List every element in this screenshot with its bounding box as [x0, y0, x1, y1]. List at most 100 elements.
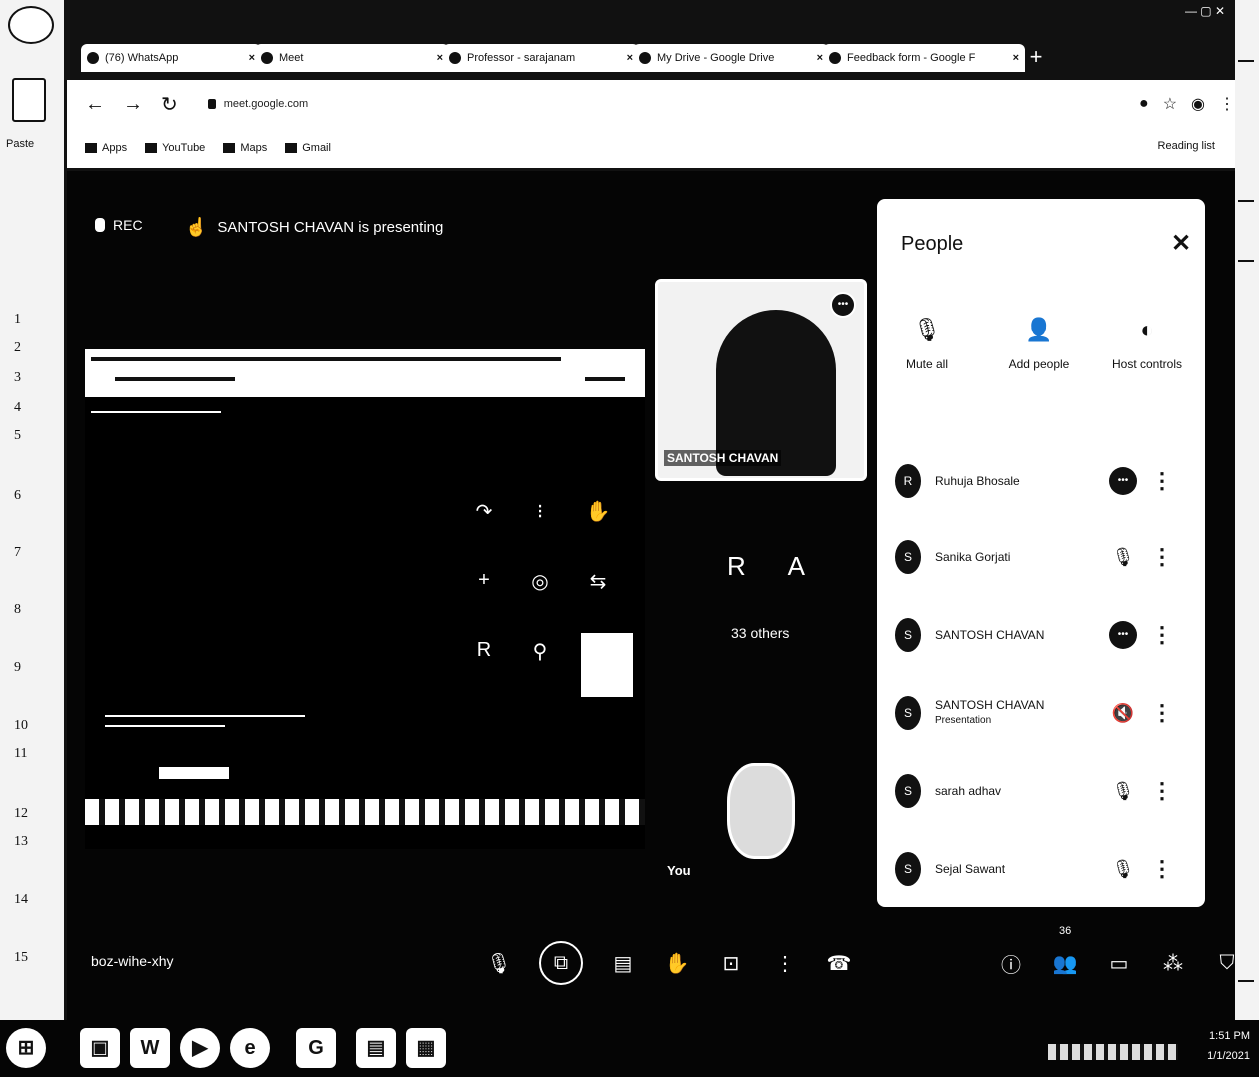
- word-taskbar-icon[interactable]: W: [130, 1028, 170, 1068]
- close-tab-icon[interactable]: ×: [1013, 52, 1019, 64]
- meeting-details-icon[interactable]: ⓘ: [997, 949, 1025, 978]
- address-bar[interactable]: meet.google.com: [198, 90, 1125, 118]
- window-controls[interactable]: — ▢ ✕: [1185, 4, 1225, 18]
- reading-list-button[interactable]: Reading list: [1158, 140, 1215, 152]
- microphone-icon[interactable]: 🎙: [485, 951, 513, 976]
- captions-icon[interactable]: ▤: [609, 951, 637, 976]
- activities-icon[interactable]: ⁂: [1159, 951, 1187, 976]
- page-icon: [449, 52, 461, 64]
- participant-row[interactable]: S Sejal Sawant 🎙 ⋮: [895, 843, 1195, 895]
- participant-row[interactable]: S SANTOSH CHAVAN Presentation 🔇 ⋮: [895, 687, 1195, 739]
- word-app-icon[interactable]: [8, 6, 54, 44]
- line-number: 15: [14, 950, 28, 965]
- leave-call-icon[interactable]: ☎: [825, 951, 853, 976]
- recording-indicator: REC: [95, 217, 143, 233]
- media-player-icon[interactable]: ▶: [180, 1028, 220, 1068]
- raise-hand-icon[interactable]: ✋: [663, 951, 691, 976]
- line-number: 12: [14, 806, 28, 821]
- url-text: meet.google.com: [223, 98, 309, 110]
- lock-icon: [207, 99, 216, 109]
- rail-mark: [1238, 60, 1254, 62]
- rec-label: REC: [113, 217, 143, 233]
- tab-professor[interactable]: Professor - sarajanam ×: [443, 44, 639, 72]
- people-icon[interactable]: 👥: [1051, 951, 1079, 976]
- side-controls: ⓘ 👥 ▭ ⁂ ⛉: [997, 941, 1241, 985]
- profile-icon[interactable]: ◉: [1191, 94, 1205, 114]
- new-tab-button[interactable]: +: [1023, 44, 1049, 70]
- paste-icon[interactable]: [12, 78, 46, 122]
- others-initials: R A: [727, 551, 823, 581]
- close-icon[interactable]: ✕: [1171, 229, 1191, 258]
- avatar: S: [895, 774, 921, 808]
- tab-meet[interactable]: Meet ×: [255, 44, 449, 72]
- tab-drive[interactable]: My Drive - Google Drive ×: [633, 44, 829, 72]
- photos-icon[interactable]: ▦: [406, 1028, 446, 1068]
- present-now-icon[interactable]: ⊡: [717, 951, 745, 976]
- chrome-icon[interactable]: G: [296, 1028, 336, 1068]
- line-number: 3: [14, 370, 21, 385]
- line-number: 10: [14, 718, 28, 733]
- host-controls-icon[interactable]: ⛉: [1213, 952, 1241, 975]
- more-options-icon[interactable]: ⋮: [1151, 856, 1173, 882]
- meet-icon: [261, 52, 273, 64]
- file-explorer-icon[interactable]: ▣: [80, 1028, 120, 1068]
- bookmark-apps[interactable]: Apps: [85, 142, 127, 154]
- forms-icon: [829, 52, 841, 64]
- back-icon[interactable]: ←: [85, 93, 105, 116]
- notes-icon[interactable]: ▤: [356, 1028, 396, 1068]
- add-people-button[interactable]: 👤 Add people: [989, 317, 1089, 371]
- participant-row[interactable]: R Ruhuja Bhosale ••• ⋮: [895, 455, 1195, 507]
- avatar: R: [895, 464, 921, 498]
- avatar: S: [895, 618, 921, 652]
- mute-all-button[interactable]: 🎙 Mute all: [877, 317, 977, 371]
- address-row: ← → ↻ meet.google.com ● ☆ ◉ ⋮: [67, 80, 1235, 128]
- shared-browser-chrome: [85, 349, 645, 397]
- tab-whatsapp[interactable]: (76) WhatsApp ×: [81, 44, 261, 72]
- host-controls-button[interactable]: ◐ Host controls: [1097, 317, 1197, 371]
- participant-row[interactable]: S Sanika Gorjati 🎙 ⋮: [895, 531, 1195, 583]
- bookmark-maps[interactable]: Maps: [223, 142, 267, 154]
- more-options-icon[interactable]: ⋮: [1151, 700, 1173, 726]
- more-options-icon[interactable]: ⋮: [1151, 468, 1173, 494]
- paste-label: Paste: [6, 138, 35, 150]
- self-label: You: [667, 863, 691, 878]
- participant-row[interactable]: S SANTOSH CHAVAN ••• ⋮: [895, 609, 1195, 661]
- bookmark-gmail[interactable]: Gmail: [285, 142, 331, 154]
- tab-feedback-form[interactable]: Feedback form - Google F ×: [823, 44, 1025, 72]
- shared-taskbar: [85, 799, 645, 825]
- presenter-hand-icon: ☝: [185, 217, 208, 237]
- more-options-icon[interactable]: ⋮: [1151, 622, 1173, 648]
- bookmark-label: Maps: [240, 142, 268, 154]
- more-options-icon[interactable]: ⋮: [771, 951, 799, 976]
- more-options-icon[interactable]: ⋮: [1151, 544, 1173, 570]
- more-options-icon[interactable]: •••: [830, 292, 856, 318]
- line-number: 14: [14, 892, 28, 907]
- chat-icon[interactable]: ▭: [1105, 951, 1133, 976]
- add-person-icon: 👤: [1025, 317, 1053, 342]
- edge-icon[interactable]: e: [230, 1028, 270, 1068]
- bookmark-star-icon[interactable]: ☆: [1163, 94, 1177, 114]
- record-icon[interactable]: ●: [1139, 95, 1149, 113]
- tab-title: (76) WhatsApp: [105, 52, 179, 64]
- reload-icon[interactable]: ↻: [161, 92, 178, 117]
- windows-taskbar: ⊞ ▣ W ▶ e G ▤ ▦ 1:51 PM 1/1/2021: [0, 1020, 1259, 1077]
- shared-bookmarks: [91, 411, 221, 413]
- tab-title: Feedback form - Google F: [847, 52, 976, 64]
- forward-icon[interactable]: →: [123, 93, 143, 116]
- bookmark-youtube[interactable]: YouTube: [145, 142, 205, 154]
- more-options-icon[interactable]: ⋮: [1151, 778, 1173, 804]
- clock-date: 1/1/2021: [1207, 1050, 1250, 1062]
- participant-row[interactable]: S sarah adhav 🎙 ⋮: [895, 765, 1195, 817]
- start-icon[interactable]: ⊞: [6, 1028, 46, 1068]
- mic-off-icon: 🎙: [1111, 547, 1135, 567]
- browser-menu-icon[interactable]: ⋮: [1219, 94, 1235, 114]
- line-number: 9: [14, 660, 21, 675]
- taskbar-clock[interactable]: 1:51 PM 1/1/2021: [1190, 1026, 1250, 1066]
- presenter-video-tile[interactable]: ••• SANTOSH CHAVAN: [655, 279, 867, 481]
- word-right-rail: [1232, 0, 1259, 1020]
- system-tray[interactable]: [1048, 1044, 1178, 1060]
- apps-grid-icon: [85, 143, 97, 153]
- bookmark-label: YouTube: [162, 142, 206, 154]
- maps-icon: [223, 143, 236, 153]
- present-screen-icon[interactable]: ⧉: [539, 941, 583, 985]
